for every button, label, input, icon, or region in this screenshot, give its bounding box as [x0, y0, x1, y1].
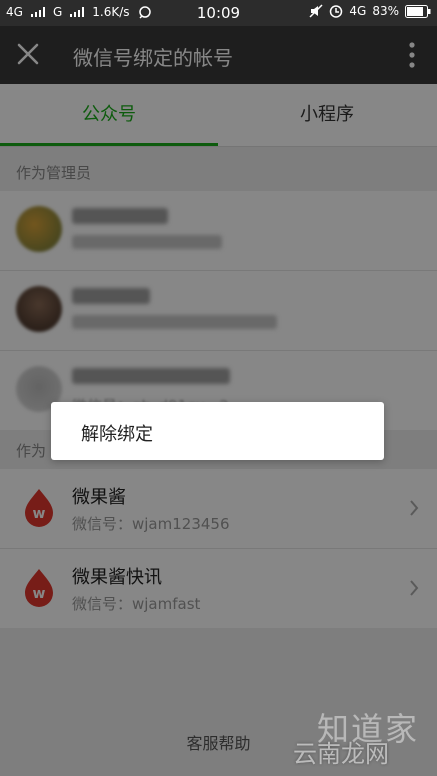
status-bar: 4G G 1.6K/s 10:09 4G 83% — [0, 0, 437, 26]
battery-percent: 83% — [372, 4, 399, 18]
alarm-icon — [330, 5, 343, 18]
battery-icon — [405, 4, 431, 18]
status-right: 4G 83% — [309, 4, 431, 18]
modal-overlay[interactable] — [0, 26, 437, 776]
unbind-menu-item[interactable]: 解除绑定 — [81, 420, 153, 446]
context-menu: 解除绑定 — [51, 402, 384, 460]
mute-icon — [309, 4, 323, 18]
watermark-line2: 云南龙网 — [293, 740, 389, 768]
watermark: 知道家 云南龙网 — [293, 704, 423, 768]
network-type: 4G — [349, 4, 367, 18]
